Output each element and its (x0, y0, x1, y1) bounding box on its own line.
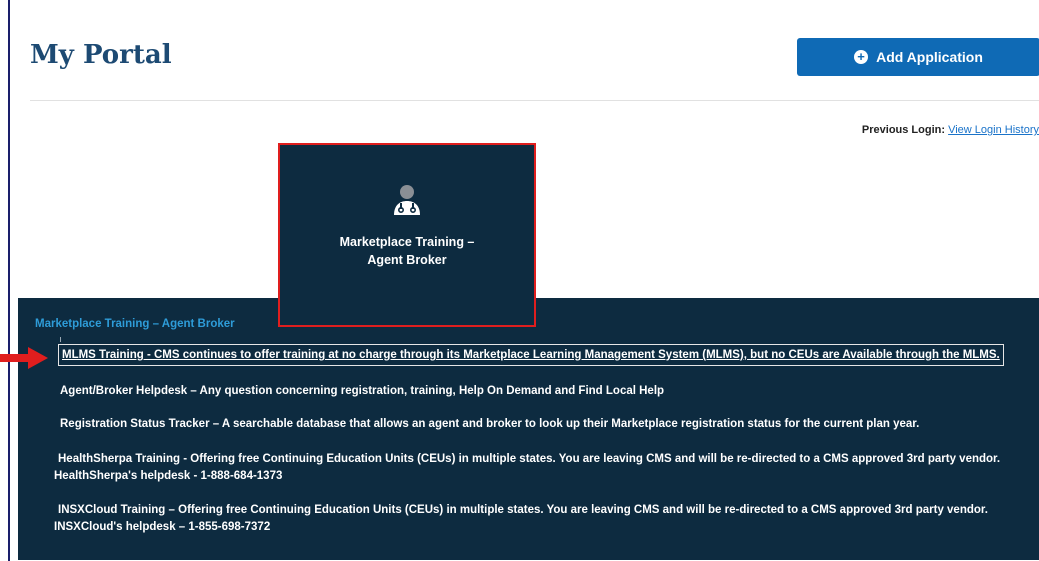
tile-label-line1: Marketplace Training – (339, 235, 475, 249)
tile-label: Marketplace Training – Agent Broker (317, 233, 497, 269)
panel-heading: Marketplace Training – Agent Broker (35, 318, 235, 330)
list-item-mlms-training[interactable]: MLMS Training - CMS continues to offer t… (58, 344, 1004, 366)
page-left-border (8, 0, 10, 561)
add-application-button[interactable]: + Add Application (797, 38, 1039, 76)
list-item-status-tracker[interactable]: Registration Status Tracker – A searchab… (60, 416, 919, 432)
tile-label-line2: Agent Broker (367, 253, 447, 267)
tick-mark (60, 337, 61, 342)
page-title: My Portal (30, 40, 172, 70)
list-item-insxcloud[interactable]: INSXCloud Training – Offering free Conti… (58, 502, 988, 518)
add-application-label: Add Application (876, 49, 983, 65)
previous-login: Previous Login: View Login History (862, 124, 1039, 136)
healthsherpa-helpdesk: HealthSherpa's helpdesk - 1-888-684-1373 (54, 470, 283, 482)
red-arrow-icon (0, 347, 48, 369)
person-stethoscope-icon (394, 185, 420, 215)
header-divider (30, 100, 1039, 101)
insxcloud-helpdesk: INSXCloud's helpdesk – 1-855-698-7372 (54, 521, 271, 533)
previous-login-label: Previous Login: (861, 124, 946, 136)
view-login-history-link[interactable]: View Login History (948, 124, 1039, 136)
plus-circle-icon: + (854, 50, 869, 64)
list-item-helpdesk[interactable]: Agent/Broker Helpdesk – Any question con… (60, 383, 664, 399)
marketplace-training-tile[interactable]: Marketplace Training – Agent Broker (278, 143, 536, 327)
list-item-healthsherpa[interactable]: HealthSherpa Training - Offering free Co… (58, 451, 1000, 467)
